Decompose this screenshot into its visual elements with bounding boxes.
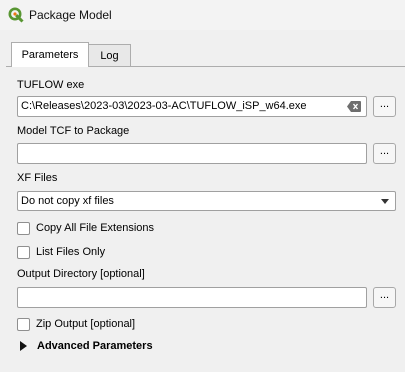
advanced-parameters-label: Advanced Parameters xyxy=(37,340,153,352)
model-tcf-label: Model TCF to Package xyxy=(17,125,130,137)
chevron-down-icon xyxy=(381,199,389,204)
copy-all-ext-checkbox[interactable]: Copy All File Extensions xyxy=(17,220,154,236)
expand-arrow-icon xyxy=(20,341,27,351)
tuflow-exe-field[interactable]: C:\Releases\2023-03\2023-03-AC\TUFLOW_iS… xyxy=(17,96,367,117)
checkbox-box[interactable] xyxy=(17,245,30,259)
list-files-only-checkbox[interactable]: List Files Only xyxy=(17,244,105,260)
output-dir-field[interactable] xyxy=(17,287,367,308)
tab-parameters[interactable]: Parameters xyxy=(11,42,89,67)
tab-log[interactable]: Log xyxy=(89,44,131,66)
advanced-parameters-toggle[interactable]: Advanced Parameters xyxy=(20,340,153,352)
xf-files-selected: Do not copy xf files xyxy=(21,195,114,207)
copy-all-ext-label: Copy All File Extensions xyxy=(36,222,154,234)
xf-files-label: XF Files xyxy=(17,172,58,184)
clear-icon[interactable] xyxy=(347,101,361,112)
tuflow-exe-browse-button[interactable]: ... xyxy=(373,96,396,117)
title-bar: Package Model xyxy=(0,0,405,30)
output-dir-browse-button[interactable]: ... xyxy=(373,287,396,308)
tuflow-exe-value: C:\Releases\2023-03\2023-03-AC\TUFLOW_iS… xyxy=(21,100,307,112)
model-tcf-field[interactable] xyxy=(17,143,367,164)
qgis-logo-icon xyxy=(8,7,24,23)
parameters-panel: TUFLOW exe C:\Releases\2023-03\2023-03-A… xyxy=(6,66,405,372)
checkbox-box[interactable] xyxy=(17,221,30,235)
model-tcf-browse-button[interactable]: ... xyxy=(373,143,396,164)
list-files-only-label: List Files Only xyxy=(36,246,106,258)
tuflow-exe-label: TUFLOW exe xyxy=(17,79,85,91)
zip-output-checkbox[interactable]: Zip Output [optional] xyxy=(17,316,135,332)
window-title: Package Model xyxy=(29,8,112,22)
xf-files-select[interactable]: Do not copy xf files xyxy=(17,191,396,211)
checkbox-box[interactable] xyxy=(17,317,30,331)
zip-output-label: Zip Output [optional] xyxy=(36,318,136,330)
output-dir-label: Output Directory [optional] xyxy=(17,268,145,280)
